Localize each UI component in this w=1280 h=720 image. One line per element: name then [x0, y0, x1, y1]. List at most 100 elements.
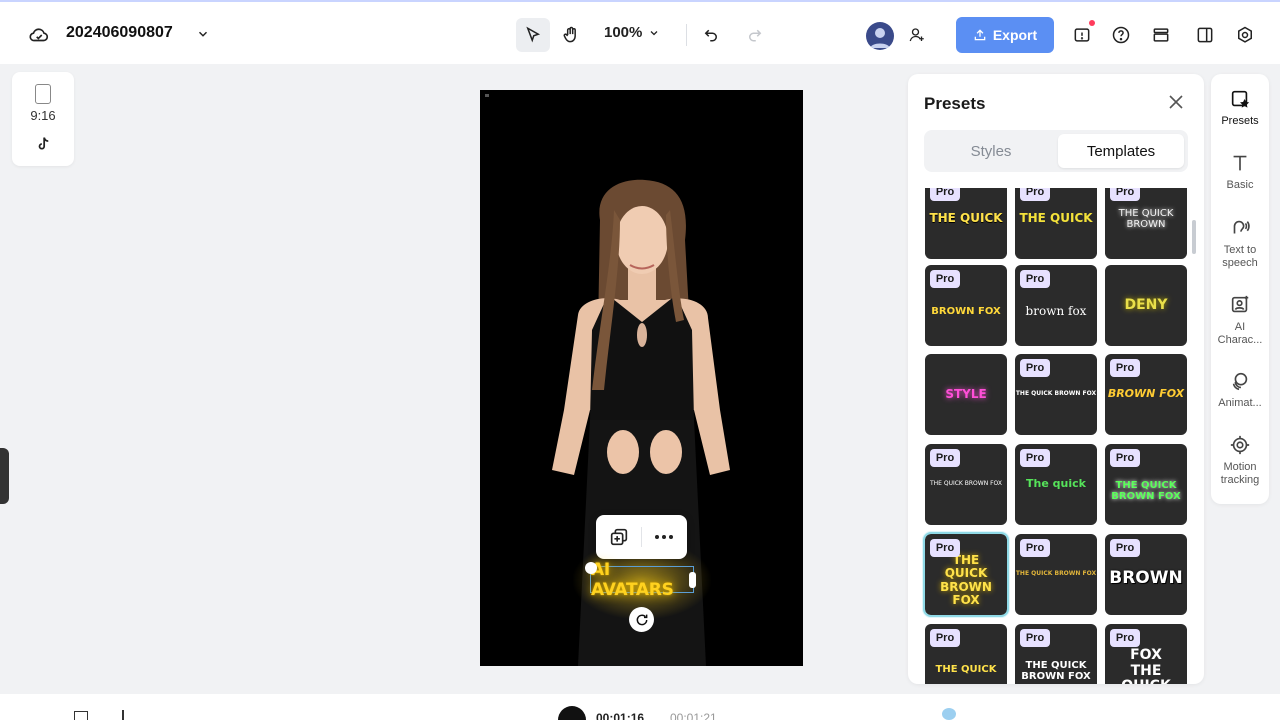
pro-badge: Pro — [1110, 188, 1140, 201]
undo-button[interactable] — [700, 23, 722, 45]
left-panel-collapse-handle[interactable] — [0, 448, 9, 504]
pro-badge: Pro — [1020, 188, 1050, 201]
element-floating-toolbar — [596, 515, 687, 559]
width-handle[interactable] — [689, 572, 696, 588]
aspect-ratio-label: 9:16 — [30, 108, 56, 123]
template-tile-selected[interactable]: Pro THE QUICK BROWN FOX — [923, 532, 1009, 617]
template-preview-text: DENY — [1124, 296, 1168, 313]
sidebar-item-label: Animat... — [1218, 397, 1262, 409]
template-tile[interactable]: Pro BROWN FOX — [1105, 354, 1187, 435]
divider — [641, 527, 642, 547]
template-tile[interactable]: Pro BROWN FOX — [925, 265, 1007, 346]
rotate-icon — [636, 614, 647, 625]
split-panel-icon — [1197, 27, 1213, 43]
help-button[interactable] — [1109, 23, 1133, 47]
template-tile[interactable]: Pro The quick — [1015, 444, 1097, 525]
zoom-dropdown[interactable]: 100% — [604, 24, 660, 41]
template-tile[interactable]: Pro THE QUICK BROWN — [1105, 188, 1187, 259]
template-preview-text: The quick — [1026, 477, 1086, 491]
export-button[interactable]: Export — [956, 17, 1054, 53]
template-tile[interactable]: Pro THE QUICK BROWN FOX — [1015, 534, 1097, 615]
sidebar-item-ai-character[interactable]: AI Charac... — [1211, 294, 1269, 347]
sidebar-item-animation[interactable]: Animat... — [1211, 370, 1269, 410]
redo-button[interactable] — [744, 23, 766, 45]
shield-alert-icon — [1074, 28, 1090, 42]
template-preview-text: THE QUICK — [929, 210, 1003, 225]
delete-icon[interactable] — [74, 711, 88, 720]
export-label: Export — [992, 27, 1038, 43]
resize-handle[interactable] — [585, 562, 597, 574]
ai-character-icon — [1231, 295, 1249, 313]
cursor-icon — [526, 26, 541, 43]
notifications-button[interactable] — [1070, 20, 1095, 47]
select-tool-button[interactable] — [516, 18, 550, 52]
hand-icon — [563, 26, 576, 43]
notification-dot — [1089, 20, 1095, 26]
pro-badge: Pro — [1020, 629, 1050, 647]
auto-snap-icon[interactable] — [942, 708, 956, 720]
project-title[interactable]: 202406090807 — [66, 24, 173, 42]
sidebar-item-label: Motion tracking — [1220, 461, 1260, 487]
caption-text-element[interactable]: AI AVATARS — [590, 560, 694, 600]
presets-tab-switch: Styles Templates — [924, 130, 1188, 172]
template-tile[interactable]: STYLE — [925, 354, 1007, 435]
rotate-handle[interactable] — [629, 607, 654, 632]
template-preview-text: THE QUICK BROWN FOX — [1111, 479, 1181, 502]
cloud-save-icon[interactable] — [26, 22, 52, 48]
settings-button[interactable] — [1233, 23, 1257, 47]
template-tile[interactable]: Pro THE QUICK BROWN FOX — [1015, 354, 1097, 435]
pro-badge: Pro — [930, 449, 960, 467]
pro-badge: Pro — [930, 629, 960, 647]
sidebar-item-label: Text to speech — [1222, 244, 1258, 270]
scrollbar[interactable] — [1192, 220, 1196, 254]
template-tile[interactable]: Pro THE QUICK — [925, 624, 1007, 684]
layers-button[interactable] — [1149, 23, 1173, 47]
close-icon — [1169, 95, 1183, 109]
more-options-button[interactable] — [652, 526, 676, 548]
template-tile[interactable]: Pro brown fox — [1015, 265, 1097, 346]
chevron-down-icon — [650, 30, 658, 35]
template-tile[interactable]: Pro BROWN — [1105, 534, 1187, 615]
presets-icon — [1231, 90, 1250, 108]
motion-tracking-icon — [1230, 435, 1250, 455]
current-time: 00:01:16 — [596, 711, 645, 720]
template-tile[interactable]: Pro THE QUICK BROWN FOX — [1105, 444, 1187, 525]
sidebar-item-basic[interactable]: Basic — [1211, 152, 1269, 192]
hand-tool-button[interactable] — [556, 18, 586, 52]
template-tile[interactable]: DENY — [1105, 265, 1187, 346]
gear-icon — [1238, 26, 1252, 43]
template-tile[interactable]: Pro THE QUICK BROWN FOX — [1015, 624, 1097, 684]
layout-toggle-button[interactable] — [1193, 23, 1217, 47]
animation-icon — [1232, 372, 1248, 391]
sidebar-item-text-to-speech[interactable]: Text to speech — [1211, 217, 1269, 270]
template-preview-text: THE QUICK BROWN FOX — [940, 553, 992, 607]
sidebar-item-motion-tracking[interactable]: Motion tracking — [1211, 434, 1269, 487]
pro-badge: Pro — [1110, 449, 1140, 467]
user-avatar[interactable] — [866, 22, 894, 50]
close-button[interactable] — [1168, 94, 1184, 110]
duplicate-button[interactable] — [608, 526, 630, 548]
layers-icon — [1153, 28, 1169, 42]
invite-collaborator-button[interactable] — [905, 23, 929, 47]
template-tile[interactable]: Pro THE QUICK BROWN FOX — [925, 444, 1007, 525]
chevron-down-icon[interactable] — [193, 24, 213, 44]
sidebar-item-presets[interactable]: Presets — [1211, 88, 1269, 128]
duplicate-icon — [610, 528, 628, 546]
tab-styles[interactable]: Styles — [928, 134, 1054, 168]
speech-icon — [1233, 220, 1250, 234]
templates-grid: Pro THE QUICK Pro THE QUICK Pro THE QUIC… — [922, 188, 1190, 684]
pro-badge: Pro — [1110, 629, 1140, 647]
template-tile[interactable]: Pro THE QUICK — [1015, 188, 1097, 259]
split-icon[interactable] — [122, 710, 124, 720]
add-user-icon — [909, 28, 924, 42]
more-horizontal-icon — [655, 535, 673, 539]
template-tile[interactable]: Pro FOX THE QUICK — [1105, 624, 1187, 684]
undo-icon — [704, 29, 717, 42]
template-tile[interactable]: Pro THE QUICK — [925, 188, 1007, 259]
sidebar-item-label: Basic — [1226, 179, 1254, 191]
aspect-ratio-panel[interactable]: 9:16 — [12, 72, 74, 166]
presets-panel: Presets Styles Templates Pro THE QUICK P… — [908, 74, 1204, 684]
tab-templates[interactable]: Templates — [1058, 134, 1184, 168]
template-preview-text: FOX THE QUICK — [1121, 647, 1171, 684]
right-sidebar: Presets Basic Text to speech AI Charac..… — [1211, 74, 1269, 504]
